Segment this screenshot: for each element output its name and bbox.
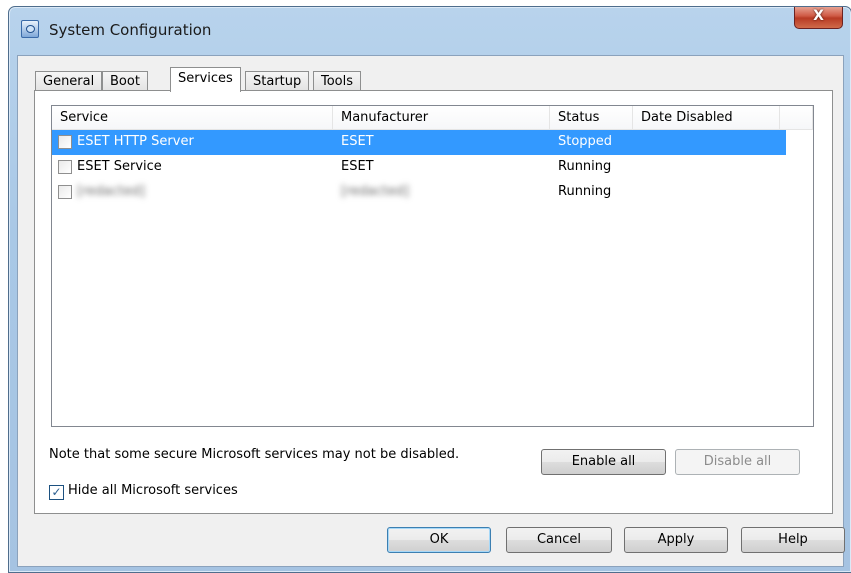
- close-button[interactable]: X: [794, 7, 843, 29]
- service-row[interactable]: ESET HTTP Server ESET Stopped: [52, 130, 786, 155]
- close-icon: X: [813, 8, 824, 24]
- column-header-service[interactable]: Service: [52, 106, 333, 130]
- service-row[interactable]: ESET Service ESET Running: [52, 155, 786, 180]
- system-configuration-icon: [21, 20, 39, 38]
- service-manufacturer: ESET: [341, 159, 374, 174]
- service-manufacturer-redacted: [redacted]: [341, 184, 409, 199]
- checkmark-icon: ✓: [51, 485, 62, 499]
- column-header-status[interactable]: Status: [550, 106, 633, 130]
- services-tab-panel: Service Manufacturer Status Date Disable…: [34, 90, 833, 514]
- service-checkbox[interactable]: [58, 160, 72, 174]
- apply-button[interactable]: Apply: [624, 527, 728, 553]
- column-header-filler: [780, 106, 813, 130]
- service-checkbox[interactable]: [58, 185, 72, 199]
- column-header-manufacturer[interactable]: Manufacturer: [333, 106, 550, 130]
- service-name: ESET Service: [77, 159, 162, 174]
- help-button[interactable]: Help: [741, 527, 845, 553]
- disable-all-button[interactable]: Disable all: [675, 449, 800, 475]
- hide-microsoft-services-label: Hide all Microsoft services: [68, 483, 238, 498]
- column-header-date-disabled[interactable]: Date Disabled: [633, 106, 780, 130]
- tab-tools[interactable]: Tools: [313, 71, 362, 91]
- tab-startup[interactable]: Startup: [245, 71, 310, 91]
- service-status: Running: [558, 184, 612, 199]
- service-status: Stopped: [558, 134, 613, 149]
- service-checkbox[interactable]: [58, 135, 72, 149]
- dialog-client-area: General Boot Services Startup Tools Serv…: [17, 55, 845, 567]
- services-list[interactable]: Service Manufacturer Status Date Disable…: [51, 105, 814, 427]
- cancel-button[interactable]: Cancel: [506, 527, 612, 553]
- service-name: ESET HTTP Server: [77, 134, 194, 149]
- microsoft-services-note: Note that some secure Microsoft services…: [49, 447, 460, 462]
- service-manufacturer: ESET: [341, 134, 374, 149]
- window-title: System Configuration: [49, 21, 212, 39]
- system-configuration-window: System Configuration X General Boot Serv…: [8, 6, 851, 573]
- tab-general[interactable]: General: [35, 71, 103, 91]
- tab-boot[interactable]: Boot: [102, 71, 148, 91]
- ok-button[interactable]: OK: [387, 527, 491, 553]
- service-name-redacted: [redacted]: [77, 184, 145, 199]
- service-status: Running: [558, 159, 612, 174]
- service-row[interactable]: [redacted] [redacted] Running: [52, 180, 786, 205]
- title-bar[interactable]: System Configuration X: [9, 7, 851, 55]
- enable-all-button[interactable]: Enable all: [541, 449, 666, 475]
- hide-microsoft-services-checkbox[interactable]: ✓: [49, 485, 64, 500]
- tab-services[interactable]: Services: [170, 67, 241, 92]
